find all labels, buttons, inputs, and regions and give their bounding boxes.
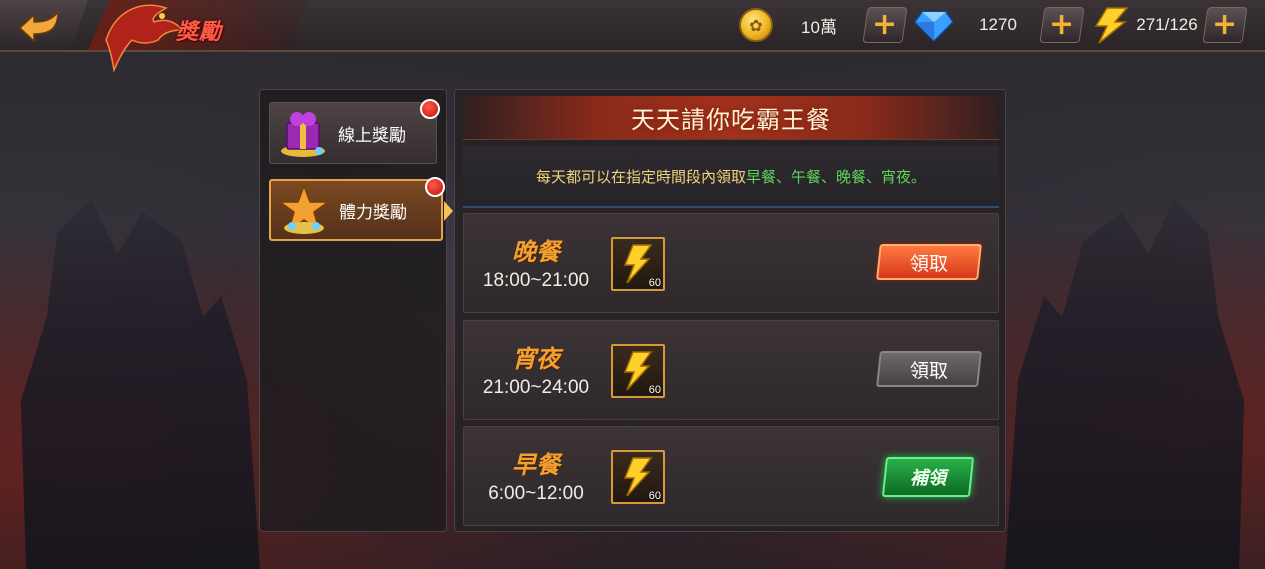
tab-stamina-rewards[interactable]: 體力獎勵 [269,177,453,241]
diamond-resource: 1270 + [914,6,1085,44]
tab-online-rewards-label: 線上獎勵 [338,125,406,146]
notification-dot [425,177,445,197]
description-meals: 早餐、午餐、晚餐、宵夜。 [746,167,927,186]
tab-online-rewards[interactable]: 線上獎勵 [269,99,440,164]
claim-button[interactable]: 領取 [876,244,982,280]
reward-quantity: 60 [648,384,661,396]
meal-row: 早餐 6:00~12:00 60 補領 [463,426,999,526]
stamina-reward-item[interactable]: 60 [611,237,665,291]
diamond-value: 1270 [979,15,1017,34]
star-treasure-icon [275,181,333,239]
gold-coin-icon: ✿ [739,8,773,42]
meal-name: 早餐 [512,451,560,479]
lightning-icon [1093,6,1129,44]
meal-time: 6:00~12:00 [488,483,584,504]
meal-row: 宵夜 21:00~24:00 60 領取 [463,320,999,420]
add-diamond-button[interactable]: + [1039,7,1085,43]
top-bar: 獎勵 ✿ 10萬 + 1270 + 271/126 + [0,0,1265,73]
description-text: 每天都可以在指定時間段內領取 [535,167,746,186]
add-stamina-button[interactable]: + [1202,7,1248,43]
character-silhouettes-right [1005,149,1265,569]
gift-box-icon [274,104,332,162]
diamond-icon [914,8,954,42]
makeup-claim-button[interactable]: 補領 [881,457,975,497]
stamina-reward-item[interactable]: 60 [611,344,665,398]
notification-dot [420,99,440,119]
reward-quantity: 60 [648,277,661,289]
back-arrow-icon [18,9,59,42]
back-button[interactable] [0,0,88,50]
tab-stamina-rewards-label: 體力獎勵 [339,202,407,223]
stamina-reward-item[interactable]: 60 [611,450,665,504]
stamina-rewards-panel: 天天請你吃霸王餐 每天都可以在指定時間段內領取 早餐、午餐、晚餐、宵夜。 晚餐 1… [454,89,1006,532]
meal-row: 晚餐 18:00~21:00 60 領取 [463,213,999,313]
meal-name: 晚餐 [512,238,560,266]
dragon-emblem-icon [105,4,184,73]
reward-quantity: 60 [648,490,661,502]
meal-time: 21:00~24:00 [482,377,590,398]
gold-resource: ✿ 10萬 + [739,6,908,44]
meal-time: 18:00~21:00 [482,270,590,291]
panel-banner: 天天請你吃霸王餐 [463,96,999,140]
add-gold-button[interactable]: + [862,7,908,43]
stamina-value: 271/126 [1136,15,1198,34]
reward-tabs-panel: 線上獎勵 體力獎勵 [259,89,453,532]
meal-name: 宵夜 [512,345,560,373]
page-title: 獎勵 [176,20,223,45]
character-silhouettes-left [20,199,260,569]
claim-button-disabled[interactable]: 領取 [876,351,982,387]
stamina-resource: 271/126 + [1093,6,1248,44]
description-bar: 每天都可以在指定時間段內領取 早餐、午餐、晚餐、宵夜。 [463,146,999,208]
selected-arrow-icon [444,201,453,221]
gold-value: 10萬 [801,17,837,37]
panel-title: 天天請你吃霸王餐 [631,106,831,134]
